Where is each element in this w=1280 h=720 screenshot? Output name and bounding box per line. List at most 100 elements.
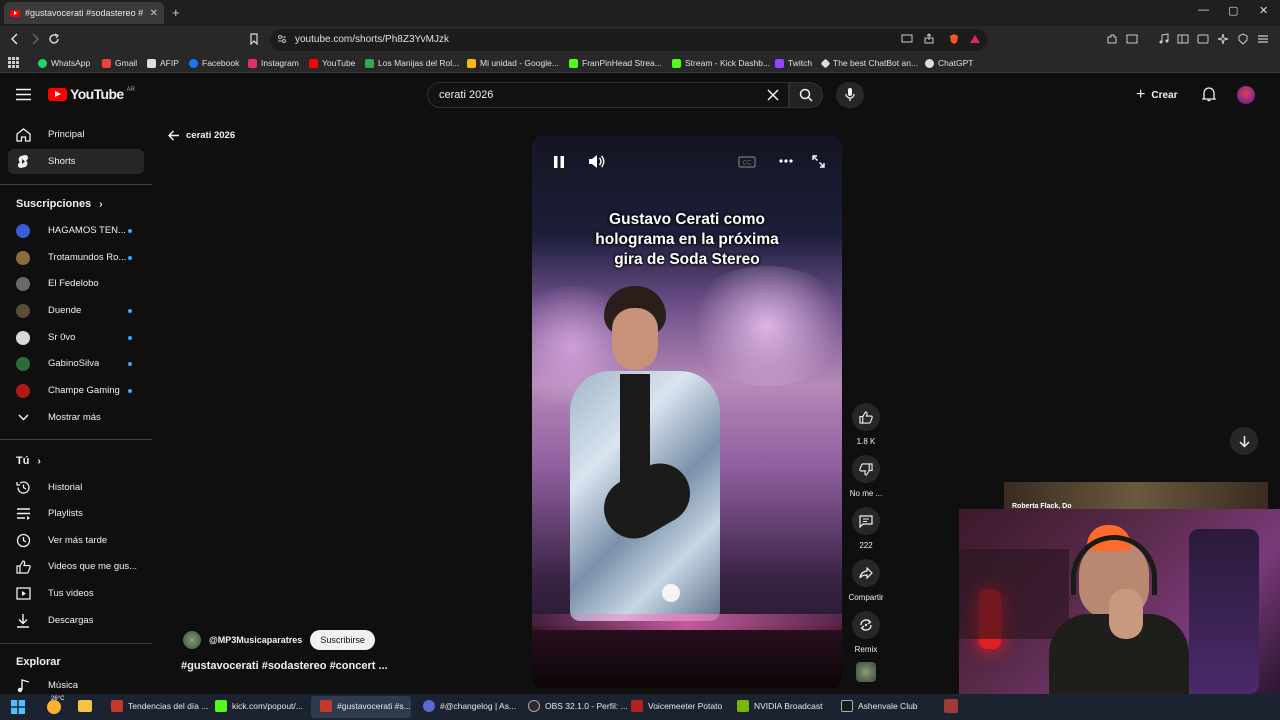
- sidebar-item-shorts[interactable]: Shorts: [8, 149, 144, 174]
- bookmark-gmail[interactable]: Gmail: [102, 58, 137, 68]
- short-title[interactable]: #gustavocerati #sodastereo #concert ...: [181, 660, 388, 672]
- next-short-button[interactable]: [1230, 427, 1258, 455]
- sidebar-sub-hagamos[interactable]: HAGAMOS TEN...: [8, 218, 144, 243]
- comments-button[interactable]: [852, 507, 880, 535]
- bookmark-twitch[interactable]: Twitch: [775, 58, 812, 68]
- taskbar-item-obs[interactable]: OBS 32.1.0 - Perfil: ...: [528, 700, 628, 712]
- sidebar-sub-fedelobo[interactable]: El Fedelobo: [8, 271, 144, 296]
- weather-widget[interactable]: 26°C: [45, 696, 65, 716]
- bookmark-whatsapp[interactable]: WhatsApp: [38, 58, 90, 68]
- like-button[interactable]: [852, 403, 880, 431]
- subscriptions-heading[interactable]: Suscripciones ›: [16, 198, 103, 210]
- windows-start-icon[interactable]: [11, 700, 25, 714]
- remix-icon: [860, 619, 872, 631]
- bookmark-drive[interactable]: Mi unidad - Google...: [467, 58, 559, 68]
- notifications-bell-icon[interactable]: [1202, 87, 1216, 102]
- share-page-icon[interactable]: [923, 33, 935, 45]
- sidebar-item-watch-later[interactable]: Ver más tarde: [8, 528, 144, 553]
- bookmark-chatgpt[interactable]: ChatGPT: [925, 58, 973, 68]
- browser-tab-active[interactable]: #gustavocerati #sodastereo # ✕: [4, 2, 164, 24]
- show-more-button[interactable]: Mostrar más: [8, 405, 144, 430]
- sound-avatar[interactable]: [856, 662, 876, 682]
- cast-icon[interactable]: [901, 33, 913, 45]
- hamburger-menu-icon[interactable]: [16, 88, 31, 101]
- like-action[interactable]: 1.8 K: [848, 403, 884, 446]
- sidebar-sub-gabinosilva[interactable]: GabinoSilva: [8, 351, 144, 376]
- taskbar-item-discord[interactable]: #@changelog | As...: [423, 700, 516, 712]
- sidebar-item-principal[interactable]: Principal: [8, 122, 144, 147]
- menu-icon[interactable]: [1257, 33, 1269, 45]
- sidebar-item-historial[interactable]: Historial: [8, 475, 144, 500]
- sidebar-toggle-icon[interactable]: [1177, 33, 1189, 45]
- bookmark-instagram[interactable]: Instagram: [248, 58, 299, 68]
- url-text[interactable]: youtube.com/shorts/Ph8Z3YvMJzk: [295, 34, 449, 45]
- taskbar-app-icon[interactable]: [944, 699, 958, 713]
- bookmark-manijas[interactable]: Los Manijas del Rol...: [365, 58, 459, 68]
- sidebar-sub-trotamundos[interactable]: Trotamundos Ro...: [8, 245, 144, 270]
- youtube-logo[interactable]: YouTube AR: [48, 86, 135, 102]
- reload-icon[interactable]: [48, 33, 60, 45]
- remix-button[interactable]: [852, 611, 880, 639]
- site-info-icon[interactable]: [277, 34, 287, 44]
- sidebar-item-playlists[interactable]: Playlists: [8, 501, 144, 526]
- liked-icon: [15, 559, 31, 574]
- maximize-icon[interactable]: ▢: [1228, 4, 1238, 17]
- bookmark-icon[interactable]: [248, 33, 260, 45]
- clear-search-icon[interactable]: [767, 89, 779, 101]
- sidebar-item-downloads[interactable]: Descargas: [8, 608, 144, 633]
- comments-action[interactable]: 222: [848, 507, 884, 550]
- minimize-icon[interactable]: —: [1198, 4, 1209, 16]
- you-heading[interactable]: Tú ›: [16, 455, 41, 467]
- brave-rewards-icon[interactable]: [969, 33, 981, 45]
- sidebar-item-liked-videos[interactable]: Videos que me gus...: [8, 554, 144, 579]
- bookmark-youtube[interactable]: YouTube: [309, 58, 355, 68]
- remix-action[interactable]: Remix: [848, 611, 884, 654]
- taskbar-item-brave-trends[interactable]: Tendencias del día ...: [111, 700, 208, 712]
- more-options-icon[interactable]: [779, 159, 793, 163]
- sidebar-sub-duende[interactable]: Duende: [8, 298, 144, 323]
- sidebar-sub-sr0vo[interactable]: Sr 0vo: [8, 325, 144, 350]
- fullscreen-icon[interactable]: [812, 155, 825, 168]
- captions-icon[interactable]: CC: [738, 156, 756, 168]
- taskbar-item-ashenvale[interactable]: Ashenvale Club: [841, 700, 918, 712]
- sidebar-item-your-videos[interactable]: Tus videos: [8, 581, 144, 606]
- channel-name[interactable]: @MP3Musicaparatres: [209, 635, 302, 645]
- tab-close-icon[interactable]: ✕: [150, 8, 158, 19]
- extensions-icon[interactable]: [1106, 33, 1118, 45]
- create-button[interactable]: + Crear: [1136, 86, 1177, 104]
- share-action[interactable]: Compartir: [848, 559, 884, 602]
- media-icon[interactable]: [1158, 33, 1170, 45]
- forward-icon[interactable]: [29, 33, 41, 45]
- channel-avatar[interactable]: [183, 631, 201, 649]
- wallet-icon[interactable]: [1126, 33, 1138, 45]
- back-icon[interactable]: [9, 33, 21, 45]
- file-explorer-icon[interactable]: [78, 700, 92, 712]
- share-button[interactable]: [852, 559, 880, 587]
- vpn-icon[interactable]: [1237, 33, 1249, 45]
- taskbar-item-voicemeeter[interactable]: Voicemeeter Potato: [631, 700, 722, 712]
- reading-icon[interactable]: [1197, 33, 1209, 45]
- bookmark-chatbot[interactable]: The best ChatBot an...: [820, 58, 918, 68]
- bookmark-afip[interactable]: AFIP: [147, 58, 179, 68]
- brave-shields-icon[interactable]: [948, 33, 960, 45]
- bookmark-facebook[interactable]: Facebook: [189, 58, 239, 68]
- leo-ai-icon[interactable]: [1217, 33, 1229, 45]
- bookmark-kick-dashboard[interactable]: Stream - Kick Dashb...: [672, 58, 770, 68]
- sidebar-sub-champe[interactable]: Champe Gaming: [8, 378, 144, 403]
- dislike-button[interactable]: [852, 455, 880, 483]
- taskbar-item-nvidia[interactable]: NVIDIA Broadcast: [737, 700, 823, 712]
- taskbar-item-brave-youtube[interactable]: #gustavocerati #s...: [320, 700, 411, 712]
- subscribe-button[interactable]: Suscribirse: [310, 630, 375, 650]
- short-video-player[interactable]: Gustavo Cerati como holograma en la próx…: [532, 136, 842, 688]
- pause-icon[interactable]: [553, 155, 565, 169]
- dislike-action[interactable]: No me ...: [848, 455, 884, 498]
- account-avatar[interactable]: [1237, 86, 1255, 104]
- search-value[interactable]: cerati 2026: [439, 89, 493, 101]
- apps-grid-icon[interactable]: [8, 57, 19, 68]
- bookmark-franpinhead[interactable]: FranPinHead Strea...: [569, 58, 662, 68]
- close-window-icon[interactable]: ✕: [1259, 4, 1268, 17]
- back-to-search-link[interactable]: cerati 2026: [168, 130, 235, 141]
- taskbar-item-kick[interactable]: kick.com/popout/...: [215, 700, 303, 712]
- volume-icon[interactable]: [588, 154, 605, 169]
- new-tab-icon[interactable]: +: [172, 5, 180, 20]
